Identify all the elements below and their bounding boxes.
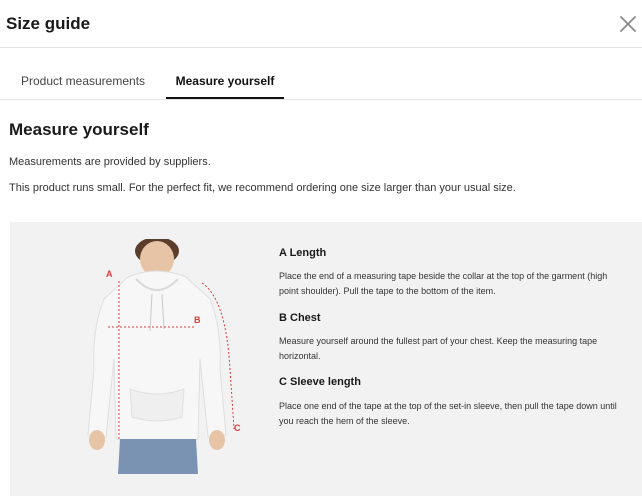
measure-panel: A B C A Length Place the end of a measur… xyxy=(10,222,642,496)
length-title: A Length xyxy=(279,247,327,259)
section-heading: Measure yourself xyxy=(9,120,149,139)
marker-a: A xyxy=(106,269,113,279)
dialog-header: Size guide xyxy=(0,0,642,48)
hoodie-measure-figure: A B C xyxy=(70,237,250,474)
supplier-note: Measurements are provided by suppliers. xyxy=(9,156,211,168)
sleeve-title: C Sleeve length xyxy=(279,376,361,388)
marker-c: C xyxy=(234,423,241,433)
dialog-title: Size guide xyxy=(6,14,91,33)
tab-product-measurements[interactable]: Product measurements xyxy=(10,48,156,99)
chest-title: B Chest xyxy=(279,312,321,324)
fit-note: This product runs small. For the perfect… xyxy=(9,182,516,194)
marker-b: B xyxy=(194,315,201,325)
chest-text: Measure yourself around the fullest part… xyxy=(279,336,598,361)
close-icon[interactable] xyxy=(618,14,638,34)
tab-measure-yourself[interactable]: Measure yourself xyxy=(166,48,284,99)
length-text: Place the end of a measuring tape beside… xyxy=(279,271,608,296)
sleeve-text: Place one end of the tape at the top of … xyxy=(279,401,617,426)
tab-bar: Product measurements Measure yourself xyxy=(0,48,642,100)
